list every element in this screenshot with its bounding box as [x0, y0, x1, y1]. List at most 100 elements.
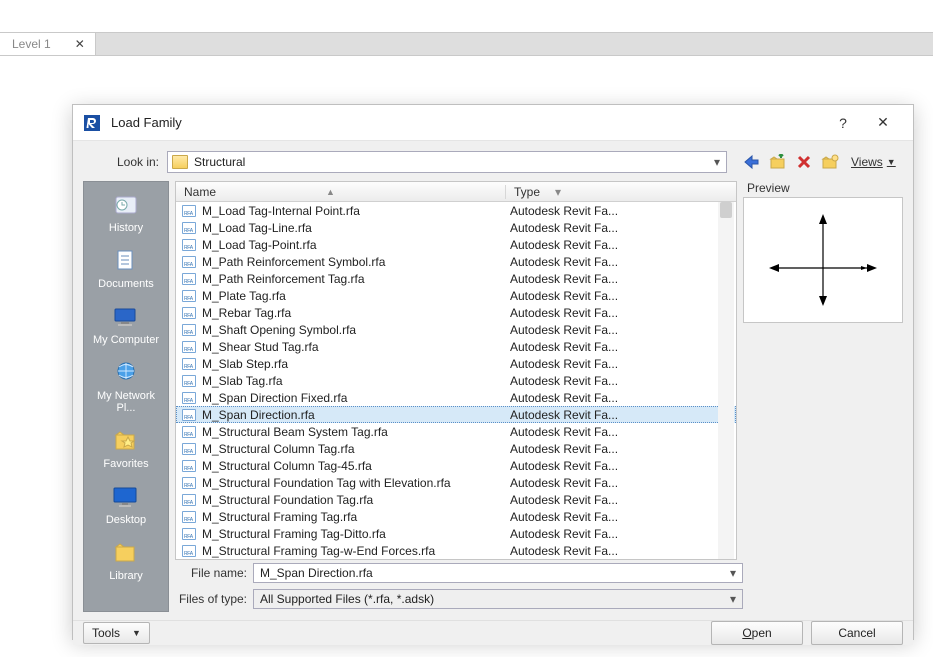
file-type: Autodesk Revit Fa...	[510, 204, 618, 218]
chevron-down-icon: ▼	[887, 157, 896, 167]
file-type: Autodesk Revit Fa...	[510, 493, 618, 507]
file-row[interactable]: M_Span Direction.rfaAutodesk Revit Fa...	[176, 406, 736, 423]
file-row[interactable]: M_Load Tag-Internal Point.rfaAutodesk Re…	[176, 202, 736, 219]
file-row[interactable]: M_Rebar Tag.rfaAutodesk Revit Fa...	[176, 304, 736, 321]
file-type: Autodesk Revit Fa...	[510, 527, 618, 541]
file-name: M_Plate Tag.rfa	[202, 289, 510, 303]
scrollbar-thumb[interactable]	[720, 202, 732, 218]
delete-icon[interactable]	[793, 151, 815, 173]
file-type: Autodesk Revit Fa...	[510, 221, 618, 235]
file-type: Autodesk Revit Fa...	[510, 408, 618, 422]
places-item-label: Documents	[87, 278, 165, 290]
span-direction-preview-icon	[763, 210, 883, 310]
file-row[interactable]: M_Shaft Opening Symbol.rfaAutodesk Revit…	[176, 321, 736, 338]
file-row[interactable]: M_Span Direction Fixed.rfaAutodesk Revit…	[176, 389, 736, 406]
rfa-file-icon	[182, 256, 196, 268]
scrollbar[interactable]	[718, 202, 734, 559]
file-name: M_Slab Step.rfa	[202, 357, 510, 371]
file-row[interactable]: M_Shear Stud Tag.rfaAutodesk Revit Fa...	[176, 338, 736, 355]
lookin-label: Look in:	[83, 155, 163, 169]
rfa-file-icon	[182, 358, 196, 370]
filetype-combobox[interactable]: All Supported Files (*.rfa, *.adsk) ▾	[253, 589, 743, 609]
file-row[interactable]: M_Structural Column Tag-45.rfaAutodesk R…	[176, 457, 736, 474]
places-item-network[interactable]: My Network Pl...	[87, 356, 165, 422]
places-item-label: My Network Pl...	[87, 390, 165, 414]
filetype-value: All Supported Files (*.rfa, *.adsk)	[260, 592, 434, 606]
file-name: M_Slab Tag.rfa	[202, 374, 510, 388]
tools-label: Tools	[92, 626, 120, 640]
back-icon[interactable]	[741, 151, 763, 173]
places-item-label: My Computer	[87, 334, 165, 346]
places-item-library[interactable]: Library	[87, 536, 165, 590]
file-row[interactable]: M_Path Reinforcement Tag.rfaAutodesk Rev…	[176, 270, 736, 287]
file-row[interactable]: M_Structural Foundation Tag.rfaAutodesk …	[176, 491, 736, 508]
column-name-header[interactable]: Name ▲ ▾	[176, 185, 506, 199]
close-icon[interactable]: ✕	[75, 37, 85, 51]
file-row[interactable]: M_Structural Framing Tag-Ditto.rfaAutode…	[176, 525, 736, 542]
views-menu[interactable]: Views ▼	[851, 155, 896, 169]
tools-button[interactable]: Tools ▼	[83, 622, 150, 644]
file-name: M_Path Reinforcement Tag.rfa	[202, 272, 510, 286]
file-row[interactable]: M_Structural Framing Tag.rfaAutodesk Rev…	[176, 508, 736, 525]
places-item-label: Favorites	[87, 458, 165, 470]
open-button[interactable]: Open	[711, 621, 803, 645]
places-item-label: Library	[87, 570, 165, 582]
file-name: M_Structural Beam System Tag.rfa	[202, 425, 510, 439]
file-type: Autodesk Revit Fa...	[510, 391, 618, 405]
lookin-row: Look in: Structural ▾	[83, 147, 903, 177]
filename-input[interactable]: M_Span Direction.rfa ▾	[253, 563, 743, 583]
file-name: M_Structural Foundation Tag with Elevati…	[202, 476, 510, 490]
up-folder-icon[interactable]	[767, 151, 789, 173]
rfa-file-icon	[182, 222, 196, 234]
file-name: M_Structural Column Tag.rfa	[202, 442, 510, 456]
rfa-file-icon	[182, 273, 196, 285]
file-type: Autodesk Revit Fa...	[510, 442, 618, 456]
rfa-file-icon	[182, 375, 196, 387]
file-row[interactable]: M_Load Tag-Line.rfaAutodesk Revit Fa...	[176, 219, 736, 236]
places-item-favorites[interactable]: Favorites	[87, 424, 165, 478]
rfa-file-icon	[182, 239, 196, 251]
new-folder-icon[interactable]	[819, 151, 841, 173]
places-item-mycomputer[interactable]: My Computer	[87, 300, 165, 354]
rfa-file-icon	[182, 494, 196, 506]
file-row[interactable]: M_Structural Column Tag.rfaAutodesk Revi…	[176, 440, 736, 457]
file-name: M_Load Tag-Internal Point.rfa	[202, 204, 510, 218]
lookin-combobox[interactable]: Structural ▾	[167, 151, 727, 173]
file-row[interactable]: M_Structural Framing Tag-w-End Forces.rf…	[176, 542, 736, 559]
lookin-value: Structural	[194, 155, 245, 169]
file-name: M_Rebar Tag.rfa	[202, 306, 510, 320]
folder-icon	[172, 155, 188, 169]
file-row[interactable]: M_Structural Foundation Tag with Elevati…	[176, 474, 736, 491]
document-tab[interactable]: Level 1 ✕	[0, 33, 96, 55]
places-item-history[interactable]: History	[87, 188, 165, 242]
rfa-file-icon	[182, 409, 196, 421]
column-type-header[interactable]: Type	[506, 185, 736, 199]
file-row[interactable]: M_Path Reinforcement Symbol.rfaAutodesk …	[176, 253, 736, 270]
places-item-desktop[interactable]: Desktop	[87, 480, 165, 534]
file-type: Autodesk Revit Fa...	[510, 272, 618, 286]
list-body[interactable]: M_Load Tag-Internal Point.rfaAutodesk Re…	[176, 202, 736, 559]
file-name: M_Path Reinforcement Symbol.rfa	[202, 255, 510, 269]
titlebar: Load Family ? ✕	[73, 105, 913, 141]
file-type: Autodesk Revit Fa...	[510, 340, 618, 354]
network-icon	[111, 360, 141, 386]
places-item-label: History	[87, 222, 165, 234]
file-row[interactable]: M_Slab Tag.rfaAutodesk Revit Fa...	[176, 372, 736, 389]
file-row[interactable]: M_Structural Beam System Tag.rfaAutodesk…	[176, 423, 736, 440]
file-row[interactable]: M_Load Tag-Point.rfaAutodesk Revit Fa...	[176, 236, 736, 253]
revit-app-icon	[83, 114, 101, 132]
places-item-documents[interactable]: Documents	[87, 244, 165, 298]
cancel-button[interactable]: Cancel	[811, 621, 903, 645]
file-name: M_Span Direction.rfa	[202, 408, 510, 422]
file-row[interactable]: M_Slab Step.rfaAutodesk Revit Fa...	[176, 355, 736, 372]
file-row[interactable]: M_Plate Tag.rfaAutodesk Revit Fa...	[176, 287, 736, 304]
file-name: M_Structural Framing Tag.rfa	[202, 510, 510, 524]
close-button[interactable]: ✕	[863, 105, 903, 141]
file-type: Autodesk Revit Fa...	[510, 238, 618, 252]
places-bar: History Documents My Computer My Network Pl…	[83, 181, 169, 612]
file-type: Autodesk Revit Fa...	[510, 255, 618, 269]
file-name: M_Shaft Opening Symbol.rfa	[202, 323, 510, 337]
load-family-dialog: Load Family ? ✕ Look in: Structural ▾	[72, 104, 914, 640]
rfa-file-icon	[182, 528, 196, 540]
help-button[interactable]: ?	[823, 105, 863, 141]
